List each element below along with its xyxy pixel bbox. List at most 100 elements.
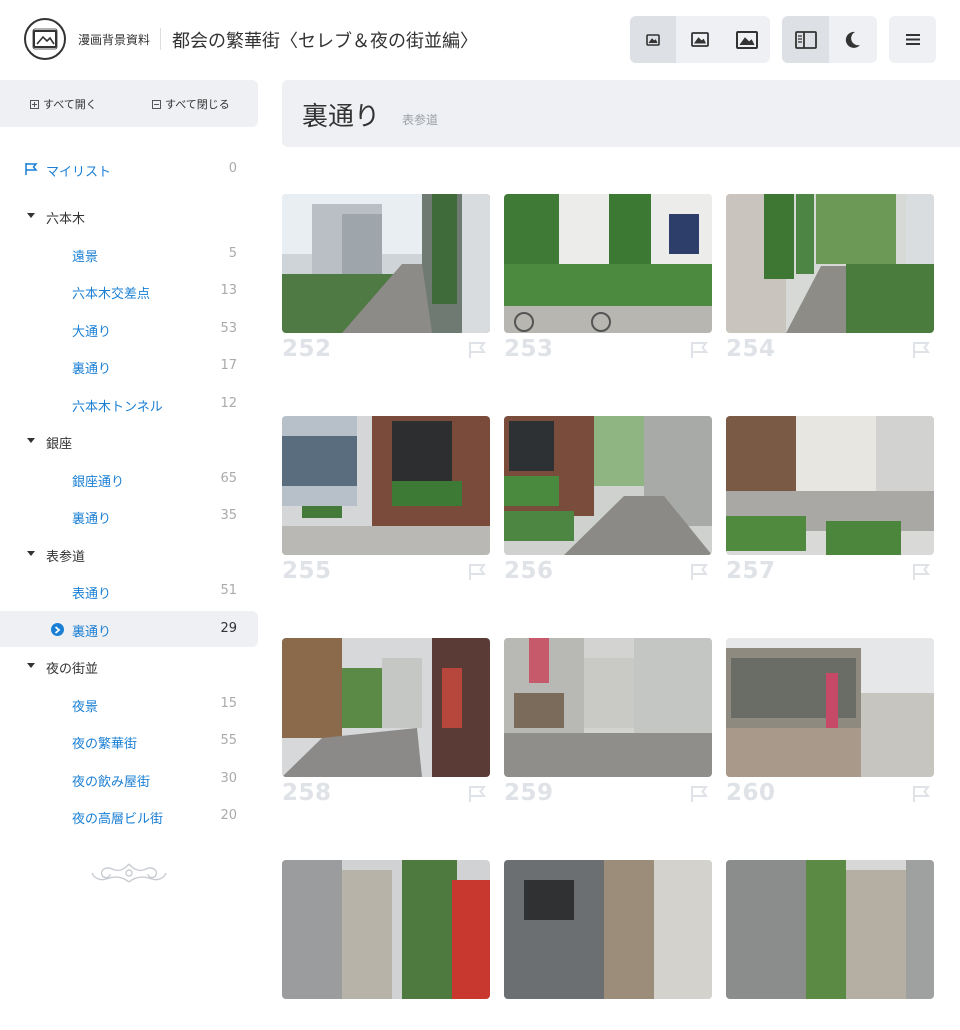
sidebar-group-roppongi[interactable]: 六本木	[0, 198, 258, 234]
photo-thumbnail[interactable]	[504, 860, 712, 999]
photo-card[interactable]: 253	[504, 194, 712, 364]
sidebar-item-count: 15	[220, 696, 237, 711]
photo-card[interactable]: 257	[726, 416, 934, 586]
flag-icon[interactable]	[468, 785, 487, 807]
image-medium-icon	[690, 32, 709, 47]
photo-thumbnail[interactable]	[504, 194, 712, 333]
sidebar-item-count: 5	[228, 246, 237, 261]
size-medium-button[interactable]	[676, 16, 723, 63]
photo-card[interactable]	[726, 860, 934, 1030]
app-header: 漫画背景資料 都会の繁華街〈セレブ＆夜の街並編〉	[0, 0, 960, 80]
photo-thumbnail[interactable]	[282, 638, 490, 777]
sidebar-item-mylist[interactable]: マイリスト 0	[0, 151, 258, 187]
sidebar-item-count: 55	[220, 733, 237, 748]
sidebar-item[interactable]: 六本木交差点 13	[0, 273, 258, 309]
flag-icon	[24, 162, 38, 180]
photo-number: 258	[282, 780, 332, 806]
sidebar-toggle-button[interactable]	[782, 16, 829, 63]
sidebar-group-omotesando[interactable]: 表参道	[0, 536, 258, 572]
sidebar-item[interactable]: 表通り 51	[0, 573, 258, 609]
image-small-icon	[646, 33, 660, 46]
flag-icon[interactable]	[690, 785, 709, 807]
photo-card[interactable]: 255	[282, 416, 490, 586]
sidebar-item-label: 銀座通り	[72, 475, 125, 490]
sidebar-item[interactable]: 銀座通り 65	[0, 461, 258, 497]
photo-number: 257	[726, 558, 776, 584]
sidebar-item[interactable]: 裏通り 35	[0, 498, 258, 534]
dark-mode-button[interactable]	[829, 16, 877, 63]
sidebar-item-count: 29	[220, 621, 237, 636]
flag-icon[interactable]	[690, 341, 709, 363]
minus-box-icon	[152, 99, 161, 109]
photo-number: 253	[504, 336, 554, 362]
sidebar-item-label: 夜の繁華街	[72, 737, 138, 752]
sidebar-item[interactable]: 夜の高層ビル街 20	[0, 798, 258, 834]
collapse-all-button[interactable]: すべて閉じる	[152, 96, 230, 112]
photo-card[interactable]: 254	[726, 194, 934, 364]
photo-number: 256	[504, 558, 554, 584]
view-toggle-group	[782, 16, 877, 63]
logo-text: 漫画背景資料	[78, 33, 151, 47]
sidebar-item[interactable]: 夜景 15	[0, 686, 258, 722]
moon-icon	[845, 31, 860, 48]
size-small-button[interactable]	[630, 16, 676, 63]
photo-thumbnail[interactable]	[504, 416, 712, 555]
photo-card[interactable]: 258	[282, 638, 490, 808]
photo-card[interactable]	[282, 860, 490, 1030]
photo-card[interactable]: 252	[282, 194, 490, 364]
caret-down-icon	[27, 438, 35, 443]
photo-card[interactable]: 256	[504, 416, 712, 586]
sidebar-item[interactable]: 夜の飲み屋街 30	[0, 761, 258, 797]
photo-card[interactable]: 260	[726, 638, 934, 808]
photo-thumbnail[interactable]	[726, 860, 934, 999]
sidebar-item-label: 裏通り	[72, 512, 112, 527]
expand-all-label: すべて開く	[43, 98, 97, 111]
sidebar-item[interactable]: 裏通り 17	[0, 348, 258, 384]
flag-icon[interactable]	[468, 563, 487, 585]
flag-icon[interactable]	[690, 563, 709, 585]
sidebar-item-count: 17	[220, 358, 237, 373]
sidebar-group-label: 銀座	[46, 437, 73, 452]
sidebar-group-ginza[interactable]: 銀座	[0, 423, 258, 459]
size-large-button[interactable]	[723, 16, 770, 63]
hamburger-icon	[905, 34, 920, 45]
menu-button[interactable]	[889, 16, 936, 63]
sidebar-group-label: 夜の街並	[46, 662, 99, 677]
plus-box-icon	[30, 99, 39, 109]
sidebar-item-count: 51	[220, 583, 237, 598]
sidebar-item-count: 20	[220, 808, 237, 823]
photo-thumbnail[interactable]	[282, 194, 490, 333]
sidebar-item-count: 65	[220, 471, 237, 486]
section-subtitle: 表参道	[402, 113, 439, 127]
sidebar-item[interactable]: 遠景 5	[0, 236, 258, 272]
sidebar-item-count: 12	[220, 396, 237, 411]
photo-card[interactable]	[504, 860, 712, 1030]
photo-thumbnail[interactable]	[282, 860, 490, 999]
caret-down-icon	[27, 663, 35, 668]
sidebar-item-active[interactable]: 裏通り 29	[0, 611, 258, 647]
flag-icon[interactable]	[468, 341, 487, 363]
sidebar-group-label: 六本木	[46, 212, 86, 227]
sidebar-group-night[interactable]: 夜の街並	[0, 648, 258, 684]
image-size-group	[630, 16, 770, 63]
logo-icon[interactable]	[24, 18, 66, 60]
ornament-icon	[88, 860, 170, 890]
collapse-all-label: すべて閉じる	[165, 98, 230, 111]
expand-all-button[interactable]: すべて開く	[30, 96, 97, 112]
sidebar-item[interactable]: 大通り 53	[0, 311, 258, 347]
photo-thumbnail[interactable]	[726, 638, 934, 777]
photo-thumbnail[interactable]	[282, 416, 490, 555]
photo-thumbnail[interactable]	[726, 416, 934, 555]
photo-number: 252	[282, 336, 332, 362]
caret-down-icon	[27, 551, 35, 556]
sidebar-item[interactable]: 夜の繁華街 55	[0, 723, 258, 759]
photo-thumbnail[interactable]	[504, 638, 712, 777]
flag-icon[interactable]	[912, 563, 931, 585]
photo-thumbnail[interactable]	[726, 194, 934, 333]
flag-icon[interactable]	[912, 341, 931, 363]
photo-card[interactable]: 259	[504, 638, 712, 808]
flag-icon[interactable]	[912, 785, 931, 807]
sidebar-item[interactable]: 六本木トンネル 12	[0, 386, 258, 422]
sidebar-item-count: 13	[220, 283, 237, 298]
main-pane: 裏通り 表参道 252 253 254 255 256 257 258 259 …	[282, 80, 960, 999]
